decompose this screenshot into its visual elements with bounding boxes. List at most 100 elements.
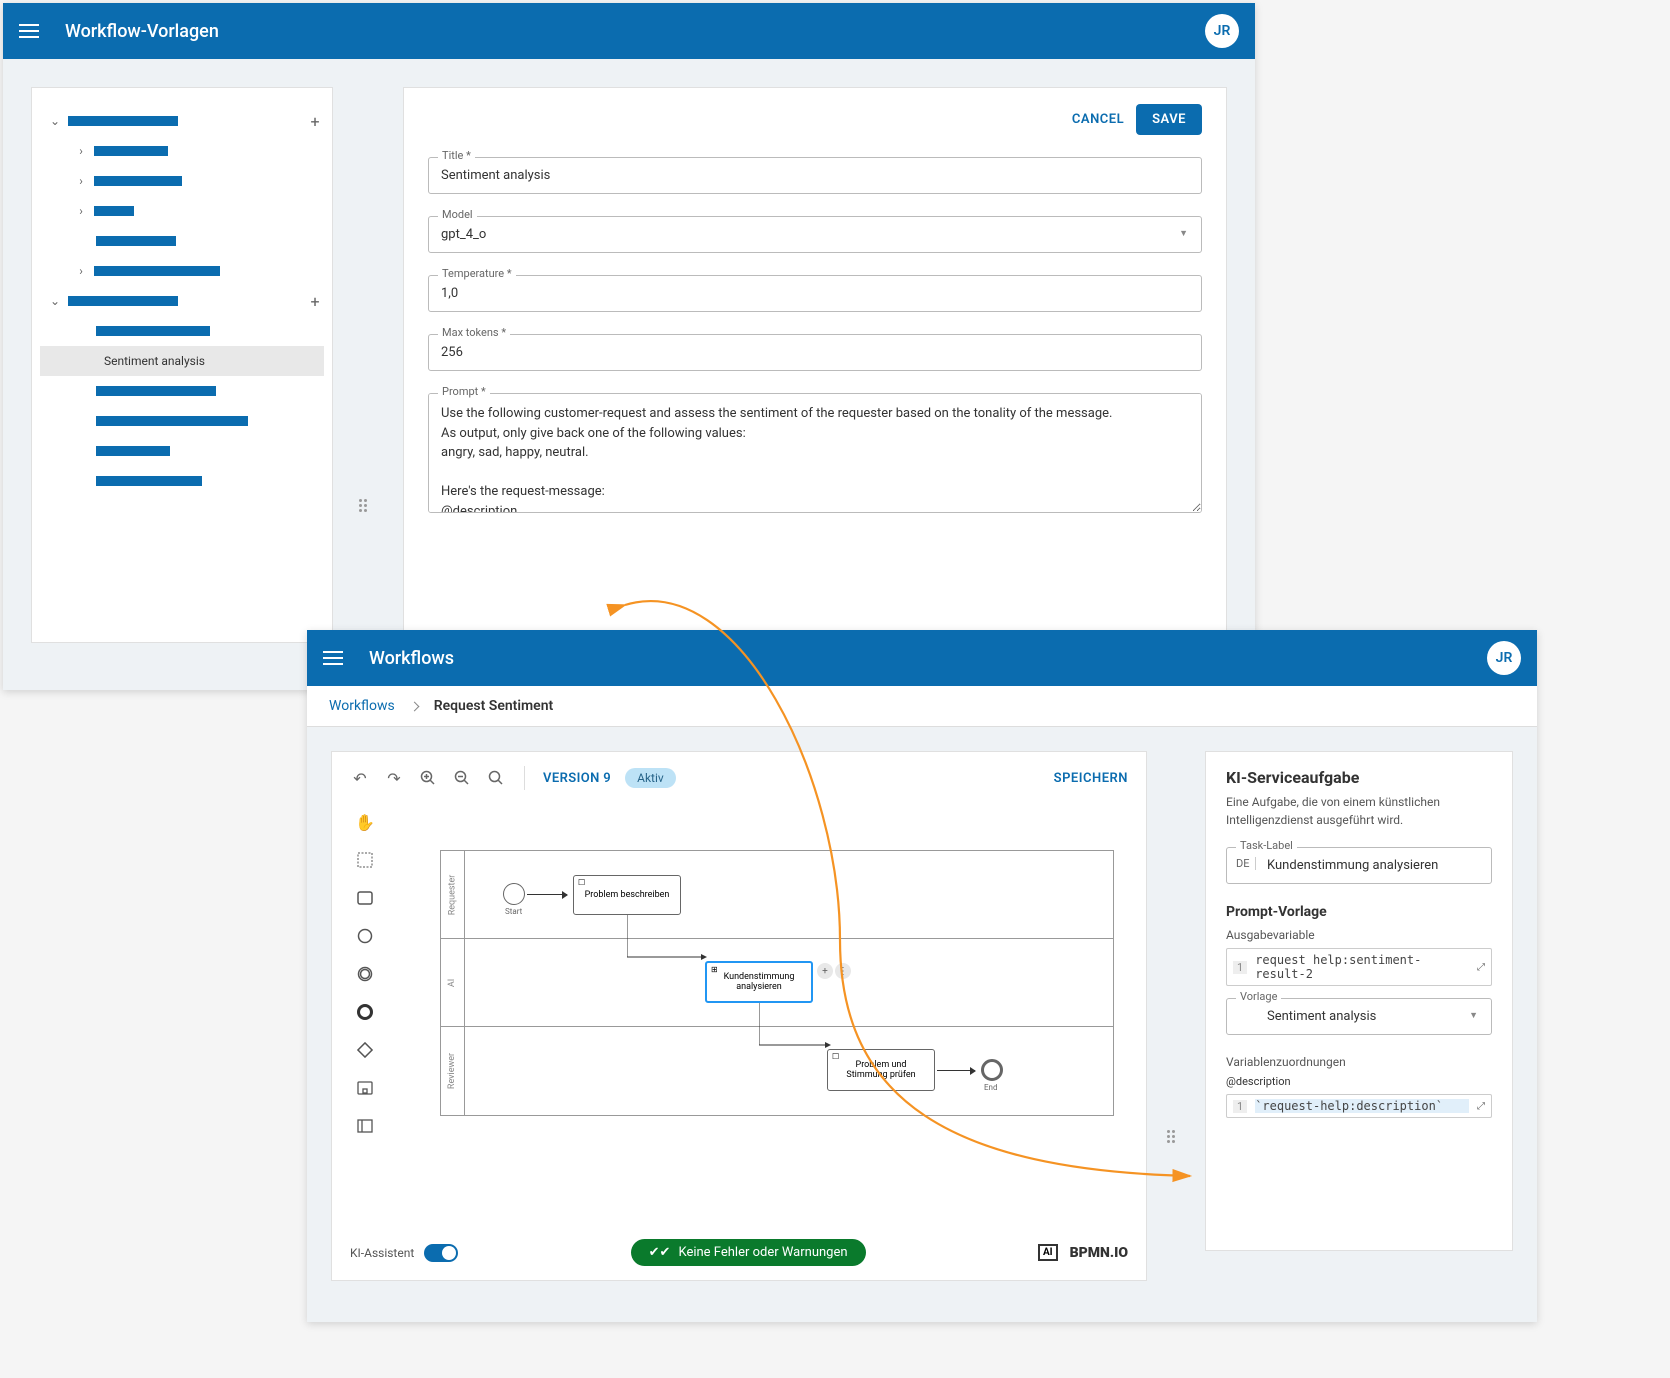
undo-icon[interactable]: ↶ [350, 768, 370, 788]
add-chip-icon[interactable]: + [817, 963, 833, 979]
avatar[interactable]: JR [1487, 641, 1521, 675]
task-node-selected[interactable]: ⊞ Kundenstimmung analysieren [705, 961, 813, 1003]
output-var-label: Ausgabevariable [1226, 928, 1492, 942]
more-chip-icon[interactable]: ⋮ [835, 963, 851, 979]
chevron-right-icon[interactable]: › [74, 204, 88, 218]
tree-item[interactable]: ⌄ + [40, 106, 324, 136]
mappings-label: Variablenzuordnungen [1226, 1055, 1492, 1069]
task-label-input[interactable] [1226, 847, 1492, 884]
menu-icon[interactable] [323, 651, 343, 665]
cancel-button[interactable]: CANCEL [1072, 112, 1124, 127]
model-select[interactable] [428, 216, 1202, 253]
tree-item[interactable] [40, 376, 324, 406]
ai-assistant-label: KI-Assistent [350, 1246, 414, 1260]
end-event[interactable] [981, 1059, 1003, 1081]
save-button[interactable]: SAVE [1136, 104, 1202, 135]
tree-item[interactable] [40, 436, 324, 466]
zoom-out-icon[interactable] [452, 768, 472, 788]
end-event-tool-icon[interactable] [355, 1002, 375, 1022]
tree-item[interactable] [40, 406, 324, 436]
expand-icon[interactable]: ⤢ [1477, 962, 1485, 973]
add-icon[interactable]: + [306, 292, 324, 311]
task-tool-icon[interactable] [355, 888, 375, 908]
redo-icon[interactable]: ↷ [384, 768, 404, 788]
task-node[interactable]: ☐ Problem und Stimmung prüfen [827, 1049, 935, 1091]
menu-icon[interactable] [19, 24, 39, 38]
workflow-editor: ↶ ↷ VERSION 9 Aktiv SPEICHERN [331, 751, 1147, 1281]
inspector-desc: Eine Aufgabe, die von einem künstlichen … [1226, 793, 1492, 829]
version-label[interactable]: VERSION 9 [543, 771, 611, 786]
inspector-title: KI-Serviceaufgabe [1226, 768, 1492, 787]
tree-item[interactable]: › [40, 256, 324, 286]
task-node[interactable]: ☐ Problem beschreiben [573, 875, 681, 915]
avatar[interactable]: JR [1205, 14, 1239, 48]
app-header: Workflows JR [307, 630, 1537, 686]
vorlage-select[interactable] [1226, 998, 1492, 1035]
gateway-tool-icon[interactable] [355, 1040, 375, 1060]
bpmn-brand-icon: BPMN.IO [1070, 1245, 1128, 1261]
chevron-right-icon [409, 701, 419, 711]
tree-item[interactable]: ⌄ + [40, 286, 324, 316]
status-badge: Aktiv [625, 768, 676, 788]
maxtokens-label: Max tokens * [438, 326, 510, 339]
zoom-fit-icon[interactable] [486, 768, 506, 788]
start-event[interactable] [503, 883, 525, 905]
breadcrumb: Workflows Request Sentiment [307, 686, 1537, 727]
status-text: Keine Fehler oder Warnungen [678, 1245, 847, 1260]
hand-tool-icon[interactable]: ✋ [355, 812, 375, 832]
page-title: Workflows [369, 648, 1487, 669]
chevron-right-icon[interactable]: › [74, 264, 88, 278]
prompt-textarea[interactable]: Use the following customer-request and a… [428, 393, 1202, 513]
status-pill[interactable]: ✔✔ Keine Fehler oder Warnungen [631, 1239, 866, 1266]
title-input[interactable] [428, 157, 1202, 194]
participant-tool-icon[interactable] [355, 1116, 375, 1136]
lane-label: Reviewer [448, 1053, 458, 1089]
template-tree: ⌄ + › › › › [31, 87, 333, 643]
mapping-code[interactable]: 1 `request-help:description` ⤢ [1226, 1094, 1492, 1118]
end-event-label: End [984, 1083, 997, 1092]
drag-handle-icon[interactable] [1167, 1130, 1181, 1143]
drag-handle-icon[interactable] [359, 499, 373, 512]
tree-item[interactable]: › [40, 166, 324, 196]
prompt-section-title: Prompt-Vorlage [1226, 904, 1492, 920]
start-event-label: Start [505, 907, 522, 916]
breadcrumb-current: Request Sentiment [434, 698, 554, 714]
output-var-code[interactable]: 1 request help:sentiment-result-2 ⤢ [1226, 948, 1492, 986]
expand-icon[interactable]: ⤢ [1477, 1101, 1485, 1112]
bpmn-canvas[interactable]: Requester Start ☐ Problem beschreiben AI [396, 806, 1128, 1231]
event-tool-icon[interactable] [355, 926, 375, 946]
tree-item[interactable] [40, 316, 324, 346]
chevron-right-icon[interactable]: › [74, 174, 88, 188]
tree-item[interactable]: › [40, 136, 324, 166]
title-label: Title * [438, 149, 475, 162]
tree-item[interactable] [40, 226, 324, 256]
temperature-label: Temperature * [438, 267, 516, 280]
temperature-input[interactable] [428, 275, 1202, 312]
breadcrumb-root[interactable]: Workflows [329, 698, 395, 714]
add-icon[interactable]: + [306, 112, 324, 131]
page-title: Workflow-Vorlagen [65, 21, 1205, 42]
zoom-in-icon[interactable] [418, 768, 438, 788]
ai-assistant-toggle[interactable] [424, 1244, 458, 1262]
chevron-down-icon[interactable]: ⌄ [48, 294, 62, 308]
mapping-key: @description [1226, 1075, 1492, 1088]
model-label: Model [438, 208, 477, 221]
tree-item[interactable] [40, 466, 324, 496]
tree-item-selected[interactable]: Sentiment analysis [40, 346, 324, 376]
chevron-down-icon[interactable]: ⌄ [48, 114, 62, 128]
maxtokens-input[interactable] [428, 334, 1202, 371]
save-button[interactable]: SPEICHERN [1054, 771, 1128, 786]
task-label: Problem und Stimmung prüfen [834, 1060, 928, 1080]
lasso-tool-icon[interactable] [355, 850, 375, 870]
chevron-right-icon[interactable]: › [74, 144, 88, 158]
tool-palette: ✋ [350, 806, 380, 1231]
task-label: Kundenstimmung analysieren [713, 972, 805, 992]
tree-item[interactable]: › [40, 196, 324, 226]
subprocess-tool-icon[interactable] [355, 1078, 375, 1098]
vorlage-label: Vorlage [1236, 990, 1281, 1003]
app-header: Workflow-Vorlagen JR [3, 3, 1255, 59]
ai-brand-icon: AI [1038, 1244, 1058, 1261]
lane-label: AI [447, 978, 457, 986]
lane-label: Requester [448, 874, 458, 915]
intermediate-event-icon[interactable] [355, 964, 375, 984]
